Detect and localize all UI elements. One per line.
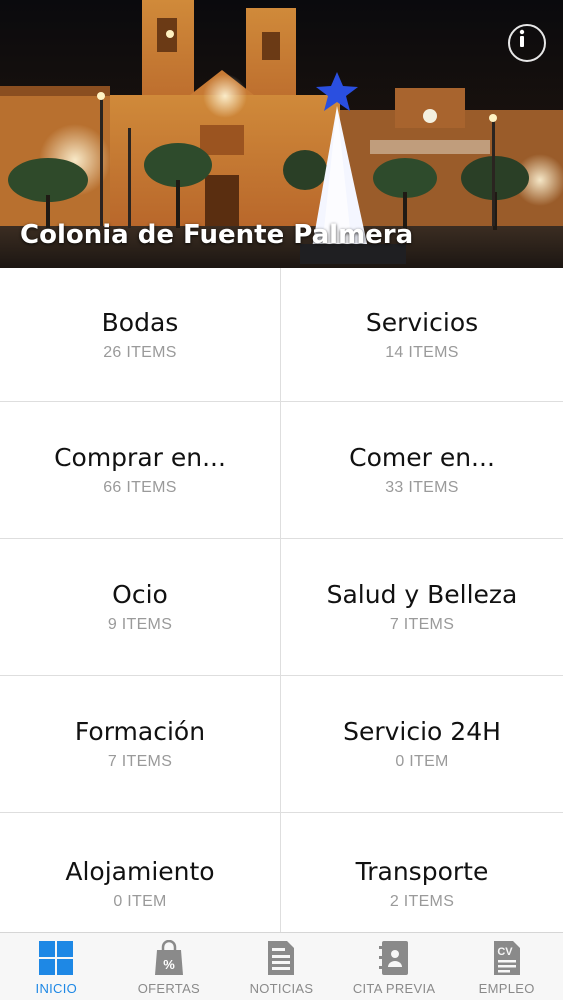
category-count: 14 ITEMS <box>385 343 459 361</box>
svg-text:CV: CV <box>497 946 513 958</box>
category-transporte[interactable]: Transporte 2 ITEMS <box>281 813 563 932</box>
category-title: Servicio 24H <box>343 717 501 746</box>
tab-inicio[interactable]: INICIO <box>0 933 113 1000</box>
category-bodas[interactable]: Bodas 26 ITEMS <box>0 268 281 402</box>
page-title: Colonia de Fuente Palmera <box>20 220 414 250</box>
newspaper-icon <box>268 941 295 975</box>
tab-label: CITA PREVIA <box>352 981 436 996</box>
category-title: Bodas <box>101 307 179 337</box>
category-count: 7 ITEMS <box>389 616 455 633</box>
category-title: Comprar en... <box>54 443 226 472</box>
category-title: Comer en... <box>349 443 495 472</box>
category-count: 33 ITEMS <box>385 479 459 496</box>
category-alojamiento[interactable]: Alojamiento 0 ITEM <box>0 813 281 932</box>
tab-label: INICIO <box>35 981 78 996</box>
tab-label: NOTICIAS <box>249 981 314 996</box>
category-count: 2 ITEMS <box>389 893 455 910</box>
category-title: Transporte <box>355 857 489 886</box>
tab-bar: INICIO % OFERTAS NOTICIAS CITA PREVIA CV… <box>0 932 563 1000</box>
category-title: Alojamiento <box>65 857 215 886</box>
category-servicios[interactable]: Servicios 14 ITEMS <box>281 268 563 402</box>
info-button[interactable] <box>508 24 546 62</box>
cv-document-icon: CV <box>493 941 520 975</box>
category-comprar[interactable]: Comprar en... 66 ITEMS <box>0 402 281 539</box>
category-grid: Bodas 26 ITEMS Servicios 14 ITEMS Compra… <box>0 268 563 932</box>
grid-icon <box>39 941 74 975</box>
category-title: Servicios <box>365 307 479 337</box>
category-servicio-24h[interactable]: Servicio 24H 0 ITEM <box>281 676 563 813</box>
category-ocio[interactable]: Ocio 9 ITEMS <box>0 539 281 676</box>
header-banner: Colonia de Fuente Palmera <box>0 0 563 268</box>
category-count: 9 ITEMS <box>107 616 173 633</box>
category-count: 7 ITEMS <box>107 753 173 770</box>
tab-noticias[interactable]: NOTICIAS <box>225 933 338 1000</box>
category-salud-belleza[interactable]: Salud y Belleza 7 ITEMS <box>281 539 563 676</box>
info-icon <box>519 29 525 47</box>
category-title: Salud y Belleza <box>326 580 518 609</box>
category-count: 26 ITEMS <box>103 343 177 361</box>
category-formacion[interactable]: Formación 7 ITEMS <box>0 676 281 813</box>
tab-cita-previa[interactable]: CITA PREVIA <box>338 933 451 1000</box>
category-comer[interactable]: Comer en... 33 ITEMS <box>281 402 563 539</box>
contacts-book-icon <box>379 941 409 975</box>
category-title: Ocio <box>112 580 168 609</box>
category-count: 0 ITEM <box>395 753 449 770</box>
category-title: Formación <box>74 717 206 746</box>
tab-label: EMPLEO <box>478 981 535 996</box>
category-count: 66 ITEMS <box>103 479 177 496</box>
tab-ofertas[interactable]: % OFERTAS <box>113 933 226 1000</box>
svg-text:%: % <box>163 957 175 972</box>
tab-empleo[interactable]: CV EMPLEO <box>450 933 563 1000</box>
tab-label: OFERTAS <box>137 981 201 996</box>
category-count: 0 ITEM <box>113 893 167 910</box>
shopping-bag-icon: % <box>154 940 183 975</box>
